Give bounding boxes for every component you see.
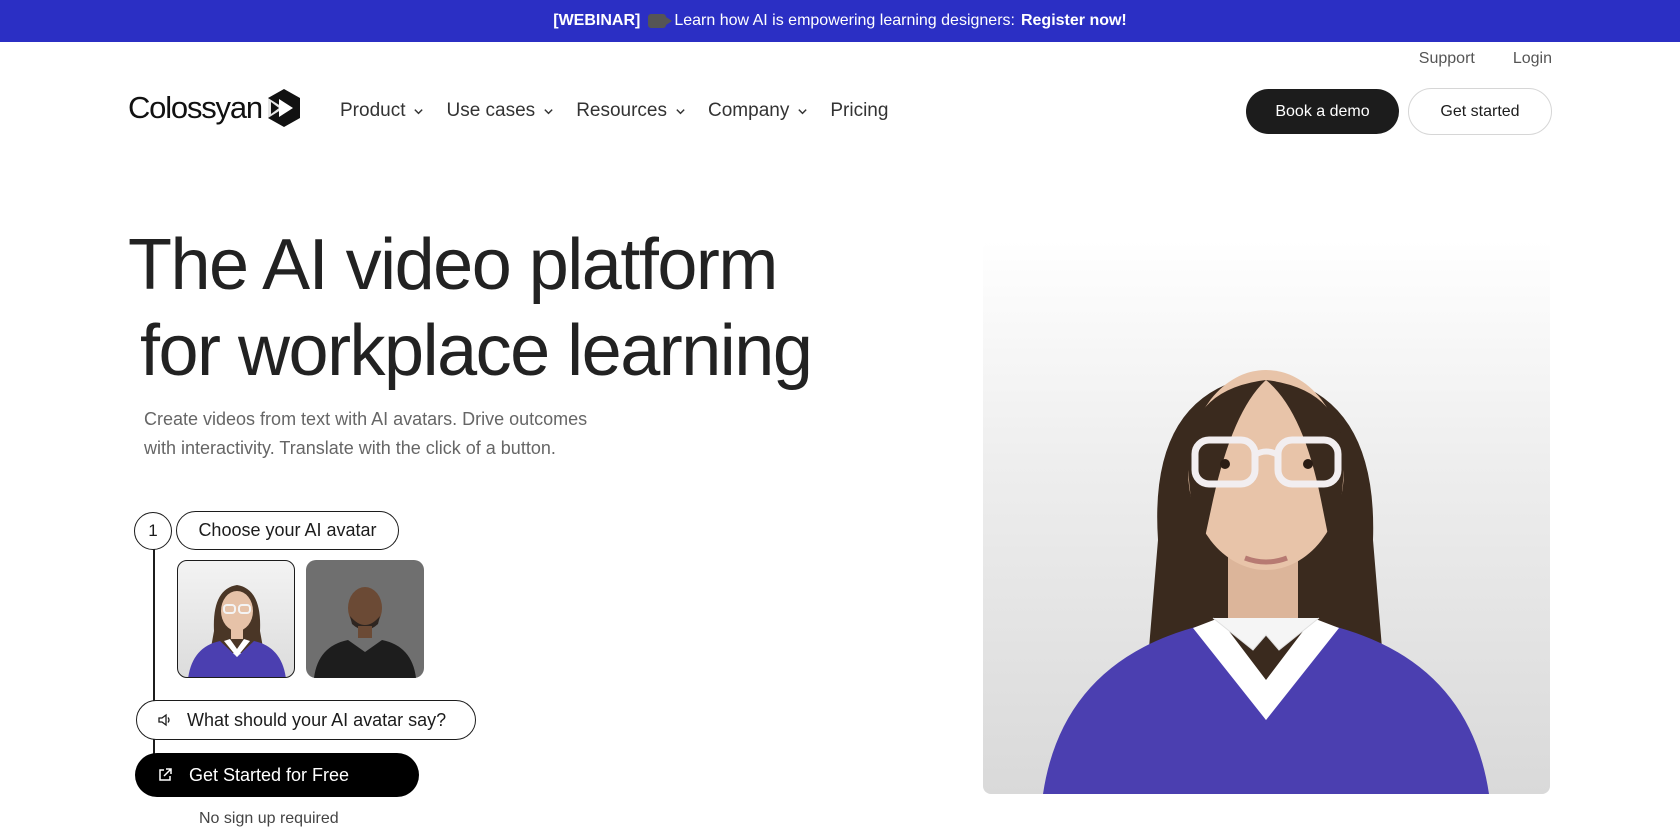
- nav-item-resources[interactable]: Resources: [576, 100, 686, 122]
- hero-subtitle: Create videos from text with AI avatars.…: [144, 405, 664, 463]
- nav-item-use-cases[interactable]: Use cases: [446, 100, 554, 122]
- hero-title-line2: for workplace learning: [140, 311, 813, 391]
- main-nav: Product Use cases Resources Company Pric…: [340, 100, 888, 122]
- avatar-option-man[interactable]: [306, 560, 424, 678]
- get-started-free-label: Get Started for Free: [189, 764, 350, 785]
- avatar-man-icon: [314, 587, 416, 678]
- no-signup-note: No sign up required: [199, 810, 339, 827]
- support-link[interactable]: Support: [1419, 50, 1475, 68]
- external-link-icon: [159, 768, 172, 781]
- avatar-portrait-image: [1043, 370, 1489, 794]
- speaker-icon: [158, 713, 170, 727]
- avatar-woman-glasses-icon: [188, 585, 286, 677]
- choose-avatar-pill[interactable]: Choose your AI avatar: [176, 511, 399, 550]
- banner-prefix: [WEBINAR]: [553, 12, 641, 29]
- banner-text: Learn how AI is empowering learning desi…: [674, 12, 1015, 29]
- chevron-down-icon: [798, 108, 808, 114]
- get-started-button[interactable]: Get started: [1408, 88, 1552, 135]
- hero-title: The AI video platform for workplace lear…: [128, 222, 888, 394]
- logo-text: Colossyan: [128, 90, 263, 125]
- hero-subtitle-line1: Create videos from text with AI avatars.…: [144, 409, 588, 429]
- utility-nav: Support Login: [1419, 50, 1552, 68]
- movie-camera-icon: [648, 14, 673, 28]
- get-started-free-button[interactable]: Get Started for Free: [135, 753, 419, 797]
- book-demo-button[interactable]: Book a demo: [1246, 89, 1399, 134]
- logo[interactable]: Colossyan: [128, 88, 302, 128]
- banner-register-link[interactable]: Register now!: [1021, 12, 1127, 30]
- nav-item-label: Resources: [576, 100, 668, 121]
- hero-title-line1: The AI video platform: [128, 225, 778, 305]
- nav-item-label: Company: [708, 100, 790, 121]
- hero-subtitle-line2: with interactivity. Translate with the c…: [144, 438, 556, 458]
- hero-avatar-video[interactable]: [983, 240, 1550, 794]
- nav-item-company[interactable]: Company: [708, 100, 808, 122]
- avatar-option-woman[interactable]: [177, 560, 295, 678]
- announcement-banner[interactable]: [WEBINAR] Learn how AI is empowering lea…: [0, 0, 1680, 42]
- nav-item-label: Product: [340, 100, 406, 121]
- play-hexagon-logo-icon: [267, 89, 300, 127]
- nav-item-product[interactable]: Product: [340, 100, 424, 122]
- step-number: 1: [134, 512, 172, 550]
- chevron-down-icon: [676, 108, 685, 114]
- nav-item-label: Use cases: [446, 100, 536, 121]
- avatar-script-prompt: What should your AI avatar say?: [187, 709, 447, 730]
- nav-item-pricing[interactable]: Pricing: [830, 100, 888, 122]
- avatar-script-input[interactable]: What should your AI avatar say?: [136, 700, 476, 740]
- nav-item-label: Pricing: [830, 100, 889, 121]
- chevron-down-icon: [414, 108, 424, 114]
- login-link[interactable]: Login: [1513, 50, 1552, 68]
- chevron-down-icon: [544, 108, 553, 114]
